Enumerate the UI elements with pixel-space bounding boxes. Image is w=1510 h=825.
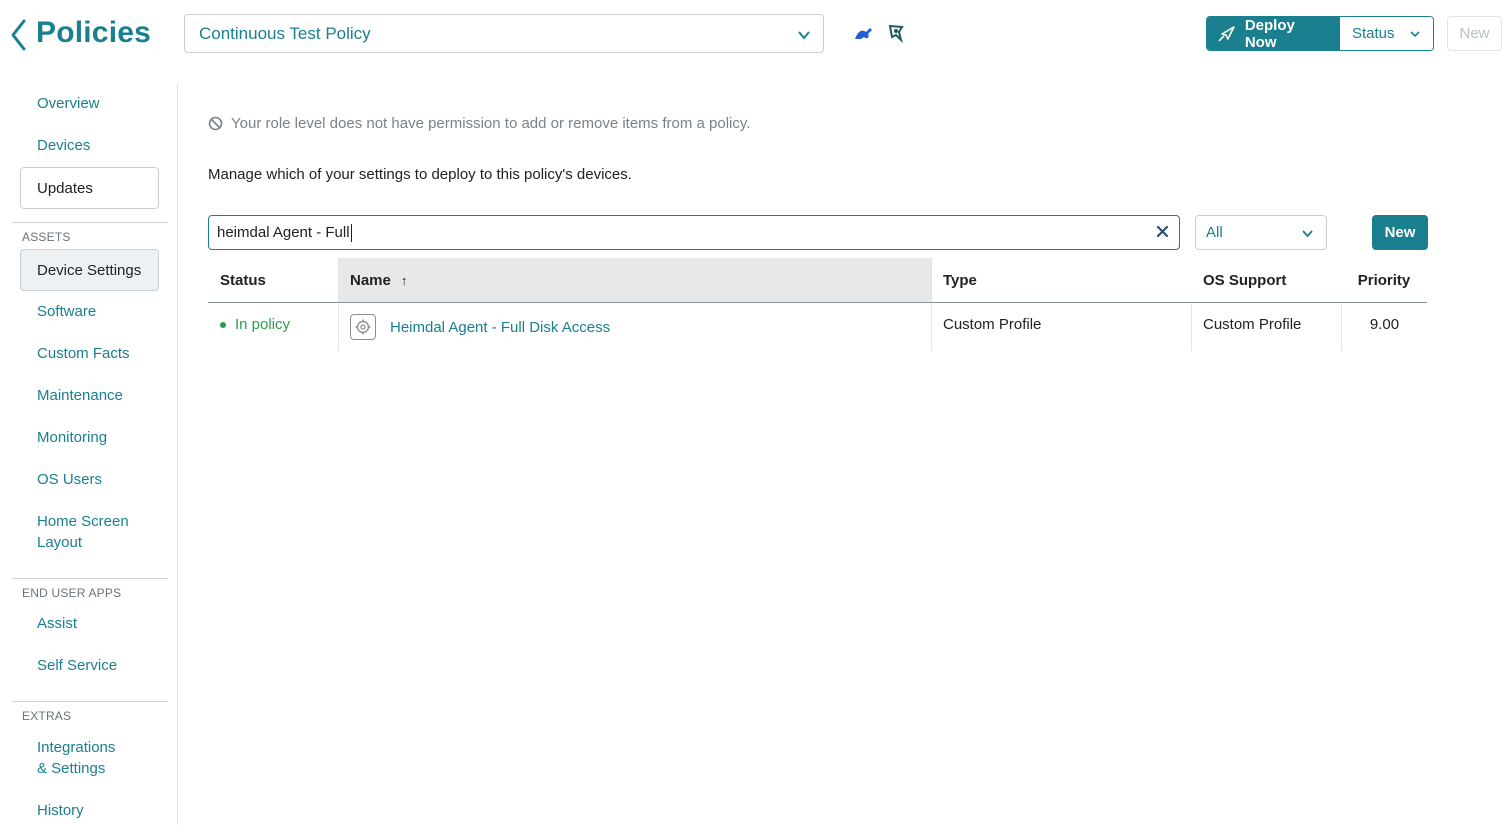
permission-notice: Your role level does not have permission… xyxy=(208,115,750,132)
row-name-link[interactable]: Heimdal Agent - Full Disk Access xyxy=(390,319,610,336)
column-separator xyxy=(338,258,339,302)
new-policy-button[interactable]: New xyxy=(1447,16,1502,51)
column-separator xyxy=(931,303,932,351)
pin-icon[interactable] xyxy=(886,23,906,47)
sidebar-item-label: & Settings xyxy=(37,760,106,777)
sidebar-item-label: Home Screen xyxy=(37,513,129,530)
sort-ascending-icon: ↑ xyxy=(400,272,408,288)
chevron-down-icon xyxy=(1410,30,1420,37)
wrench-icon[interactable] xyxy=(852,23,874,47)
filter-select[interactable]: All xyxy=(1195,215,1327,250)
back-chevron-icon[interactable] xyxy=(8,18,30,52)
sidebar-item-assist[interactable]: Assist xyxy=(37,613,77,634)
sidebar-item-history[interactable]: History xyxy=(37,800,84,821)
sidebar-item-custom-facts[interactable]: Custom Facts xyxy=(37,343,130,364)
column-header-status[interactable]: Status xyxy=(208,258,338,302)
column-header-os-support[interactable]: OS Support xyxy=(1191,258,1341,302)
no-entry-icon xyxy=(208,116,223,131)
status-cell: In policy xyxy=(220,316,290,333)
sidebar-item-monitoring[interactable]: Monitoring xyxy=(37,427,107,448)
column-header-name[interactable]: Name ↑ xyxy=(339,258,931,302)
filter-select-value: All xyxy=(1206,224,1223,241)
search-input-value: heimdal Agent - Full xyxy=(217,224,350,241)
gear-icon xyxy=(350,314,376,340)
policy-select-value: Continuous Test Policy xyxy=(199,23,371,43)
column-header-priority[interactable]: Priority xyxy=(1341,258,1427,302)
sidebar-item-devices[interactable]: Devices xyxy=(37,135,90,156)
new-item-button[interactable]: New xyxy=(1372,215,1428,250)
deploy-button-group: Deploy Now Status xyxy=(1206,16,1434,51)
chevron-down-icon xyxy=(797,27,811,47)
rocket-icon xyxy=(1218,25,1235,42)
type-cell: Custom Profile xyxy=(943,316,1042,333)
sidebar-item-label: Integrations xyxy=(37,739,116,756)
close-icon[interactable] xyxy=(1156,225,1169,242)
column-header-name-label: Name xyxy=(350,271,391,289)
text-caret xyxy=(350,223,352,242)
table-header: Status Name ↑ Type OS Support Priority xyxy=(208,258,1427,303)
sidebar-item-self-service[interactable]: Self Service xyxy=(37,655,117,676)
priority-cell: 9.00 xyxy=(1369,316,1400,333)
column-header-type[interactable]: Type xyxy=(931,258,1191,302)
sidebar-item-os-users[interactable]: OS Users xyxy=(37,469,102,490)
sidebar-item-overview[interactable]: Overview xyxy=(37,93,100,114)
permission-notice-text: Your role level does not have permission… xyxy=(231,115,751,132)
deploy-now-button[interactable]: Deploy Now xyxy=(1207,17,1340,50)
manage-description: Manage which of your settings to deploy … xyxy=(208,166,632,183)
page-title: Policies xyxy=(36,16,151,49)
status-dot xyxy=(220,321,226,328)
sidebar-item-label: Layout xyxy=(37,534,83,551)
status-dropdown-button[interactable]: Status xyxy=(1340,17,1433,50)
sidebar-section-assets: ASSETS xyxy=(12,222,168,244)
status-label: Status xyxy=(1352,25,1395,42)
sidebar-item-maintenance[interactable]: Maintenance xyxy=(37,385,123,406)
status-text: In policy xyxy=(235,316,291,333)
column-separator xyxy=(338,303,339,351)
search-input[interactable]: heimdal Agent - Full xyxy=(208,215,1180,250)
column-separator xyxy=(931,258,932,302)
policy-select[interactable]: Continuous Test Policy xyxy=(184,14,824,53)
chevron-down-icon xyxy=(1301,227,1314,244)
sidebar-item-updates[interactable]: Updates xyxy=(20,167,159,209)
sidebar-section-extras: EXTRAS xyxy=(12,701,168,723)
sidebar-item-device-settings[interactable]: Device Settings xyxy=(20,249,159,291)
sidebar-item-software[interactable]: Software xyxy=(37,301,96,322)
sidebar-item-home-screen-layout[interactable]: Home Screen Layout xyxy=(37,511,129,553)
sidebar-section-end-user-apps: END USER APPS xyxy=(12,578,168,600)
os-support-cell: Custom Profile xyxy=(1203,316,1302,333)
sidebar-item-integrations-settings[interactable]: Integrations & Settings xyxy=(37,737,115,779)
deploy-now-label: Deploy Now xyxy=(1244,16,1295,51)
sidebar-divider xyxy=(177,83,178,825)
column-separator xyxy=(1191,303,1192,351)
